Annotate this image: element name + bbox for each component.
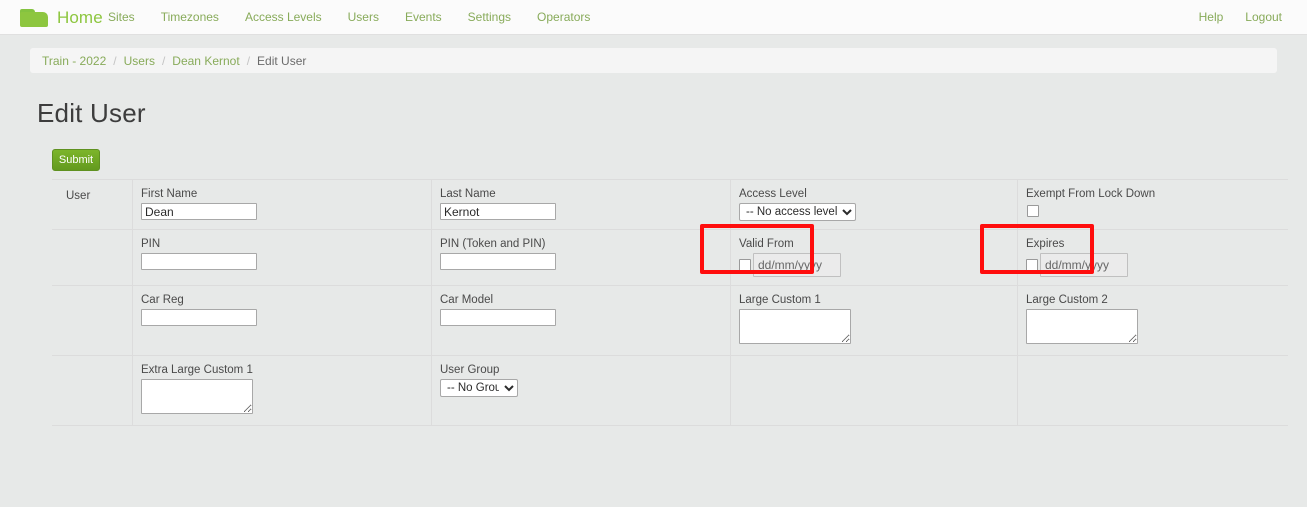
field-cell-access-level: Access Level -- No access level -- [730,179,1018,230]
last-name-label: Last Name [440,188,496,200]
top-navbar: Home Sites Timezones Access Levels Users… [0,0,1307,35]
expires-group: dd/mm/yyyy [1026,253,1288,277]
field-cell-first-name: First Name [132,179,432,230]
field-cell-expires: Expires dd/mm/yyyy [1017,229,1288,286]
valid-from-date-input[interactable]: dd/mm/yyyy [753,253,841,277]
expires-placeholder: dd/mm/yyyy [1045,258,1110,272]
extra-large-custom-1-textarea[interactable] [141,379,253,414]
nav-item-events[interactable]: Events [392,0,455,35]
pin-token-input[interactable] [440,253,556,270]
nav-item-access-levels[interactable]: Access Levels [232,0,335,35]
nav-item-logout[interactable]: Logout [1234,0,1293,35]
expires-label: Expires [1026,238,1065,250]
field-cell-large-custom-1: Large Custom 1 [730,285,1018,356]
large-custom-1-textarea[interactable] [739,309,851,344]
exempt-lock-down-label: Exempt From Lock Down [1026,188,1156,200]
field-cell-exempt-lock-down: Exempt From Lock Down [1017,179,1288,230]
table-row: PIN PIN (Token and PIN) Valid From dd/mm… [52,229,1288,286]
car-model-input[interactable] [440,309,556,326]
expires-checkbox[interactable] [1026,259,1038,271]
row-label-cell-empty [52,229,133,286]
submit-button[interactable]: Submit [52,149,100,171]
field-cell-last-name: Last Name [431,179,731,230]
row-label-cell-empty [52,355,133,426]
pin-token-label: PIN (Token and PIN) [440,238,546,250]
edit-user-form-table: User First Name Last Name Access Level -… [52,179,1288,426]
field-cell-car-reg: Car Reg [132,285,432,356]
page-title: Edit User [37,98,146,128]
nav-item-sites[interactable]: Sites [95,0,148,35]
nav-item-help[interactable]: Help [1188,0,1235,35]
nav-item-operators[interactable]: Operators [524,0,603,35]
table-row: Extra Large Custom 1 User Group -- No Gr… [52,355,1288,426]
breadcrumb-separator: / [113,53,117,68]
nav-right-group: Help Logout [1188,0,1293,35]
field-cell-empty [1017,355,1288,426]
breadcrumb-separator: / [161,53,166,68]
folder-icon [20,8,48,27]
valid-from-placeholder: dd/mm/yyyy [758,258,823,272]
access-level-label: Access Level [739,188,807,200]
breadcrumb-item-users[interactable]: Users [124,54,155,68]
field-cell-car-model: Car Model [431,285,731,356]
field-cell-extra-large-custom-1: Extra Large Custom 1 [132,355,432,426]
pin-input[interactable] [141,253,257,270]
breadcrumb-item-user[interactable]: Dean Kernot [172,54,239,68]
breadcrumb: Train - 2022 / Users / Dean Kernot / Edi… [30,48,1277,73]
field-cell-valid-from: Valid From dd/mm/yyyy [730,229,1018,286]
user-group-select[interactable]: -- No Group -- [440,379,518,397]
user-group-label: User Group [440,364,500,376]
pin-label: PIN [141,238,161,250]
large-custom-2-textarea[interactable] [1026,309,1138,344]
field-cell-pin-token: PIN (Token and PIN) [431,229,731,286]
nav-item-timezones[interactable]: Timezones [148,0,232,35]
large-custom-2-label: Large Custom 2 [1026,294,1108,306]
last-name-input[interactable] [440,203,556,220]
row-label-cell-empty [52,285,133,356]
nav-item-settings[interactable]: Settings [455,0,524,35]
breadcrumb-separator: / [246,53,251,68]
access-level-select[interactable]: -- No access level -- [739,203,856,221]
table-row: Car Reg Car Model Large Custom 1 Large C… [52,285,1288,356]
table-row: User First Name Last Name Access Level -… [52,179,1288,230]
car-reg-label: Car Reg [141,294,184,306]
brand-home-link[interactable]: Home [20,0,103,35]
field-cell-large-custom-2: Large Custom 2 [1017,285,1288,356]
main-nav: Sites Timezones Access Levels Users Even… [95,0,603,35]
expires-date-input[interactable]: dd/mm/yyyy [1040,253,1128,277]
car-reg-input[interactable] [141,309,257,326]
exempt-lock-down-checkbox-wrap [1027,203,1039,217]
field-cell-empty [730,355,1018,426]
field-cell-pin: PIN [132,229,432,286]
breadcrumb-item-site[interactable]: Train - 2022 [42,54,106,68]
valid-from-label: Valid From [739,238,794,250]
field-cell-user-group: User Group -- No Group -- [431,355,731,426]
row-label-cell: User [52,179,133,230]
first-name-label: First Name [141,188,198,200]
valid-from-group: dd/mm/yyyy [739,253,1017,277]
large-custom-1-label: Large Custom 1 [739,294,821,306]
breadcrumb-item-current: Edit User [257,53,307,68]
first-name-input[interactable] [141,203,257,220]
car-model-label: Car Model [440,294,494,306]
valid-from-checkbox[interactable] [739,259,751,271]
row-label-user: User [66,190,91,202]
nav-item-users[interactable]: Users [335,0,392,35]
exempt-lock-down-checkbox[interactable] [1027,204,1039,217]
extra-large-custom-1-label: Extra Large Custom 1 [141,364,253,376]
